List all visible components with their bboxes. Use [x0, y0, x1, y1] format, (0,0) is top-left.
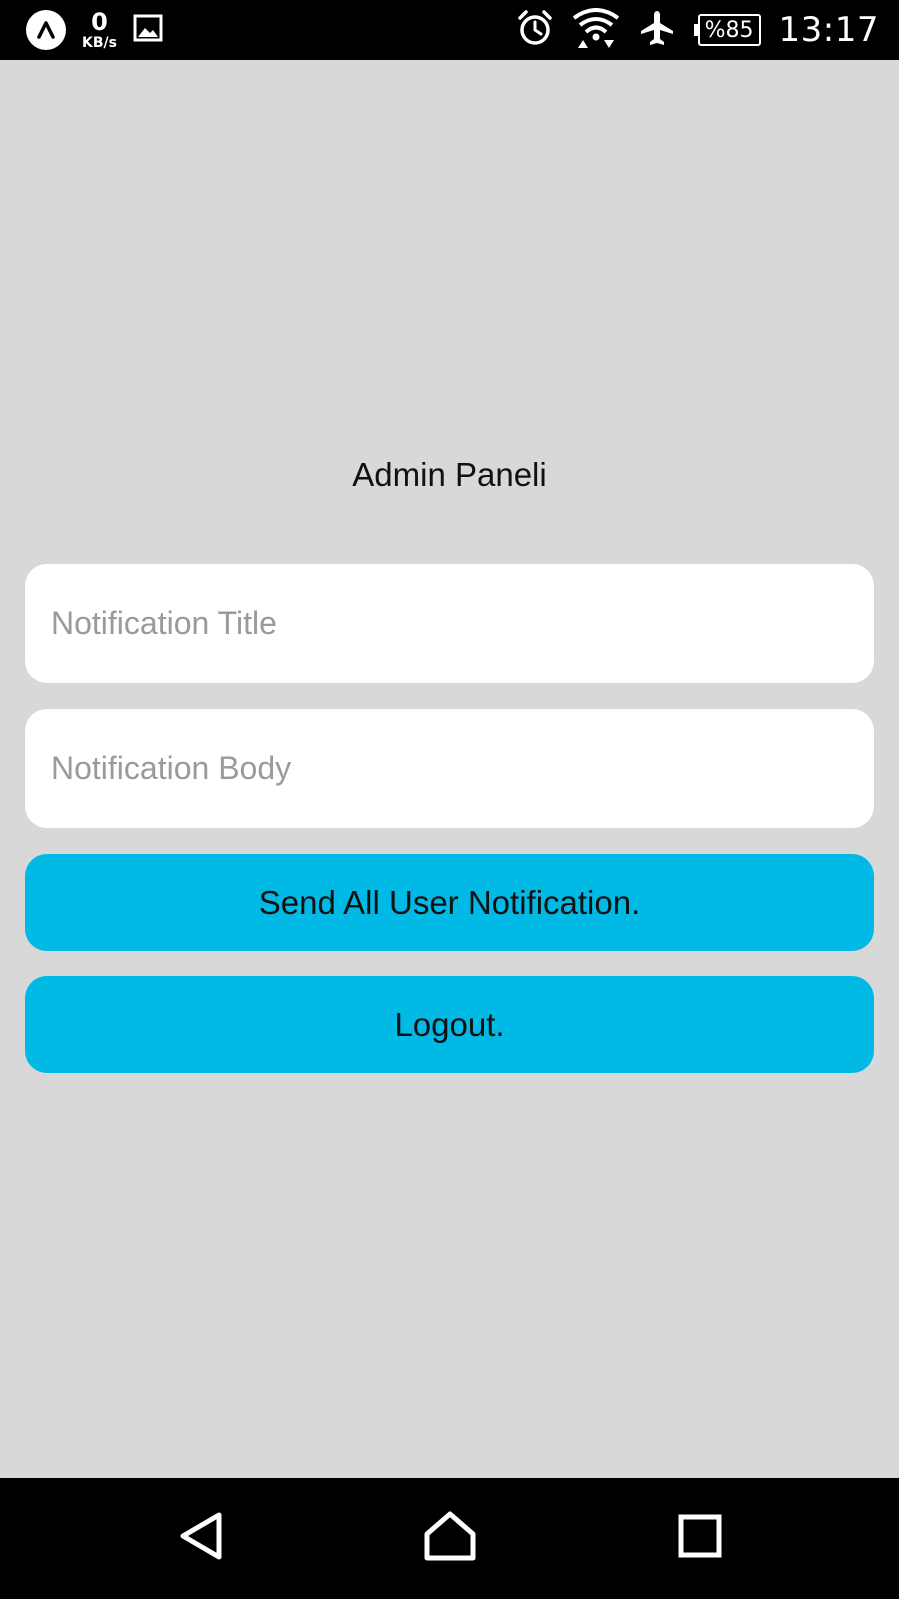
- image-notification-icon: [133, 14, 163, 47]
- network-speed: 0 KB/s: [82, 10, 117, 50]
- notification-title-input[interactable]: Notification Title: [25, 564, 874, 683]
- notification-body-input[interactable]: Notification Body: [25, 709, 874, 828]
- app-logo-icon: [26, 10, 66, 50]
- status-bar: 0 KB/s %85 13:17: [0, 0, 899, 60]
- battery-level: %85: [697, 14, 761, 46]
- recents-icon: [678, 1514, 722, 1563]
- wifi-icon: [572, 7, 620, 53]
- status-bar-left: 0 KB/s: [26, 10, 163, 50]
- network-speed-unit: KB/s: [82, 35, 117, 51]
- clock: 13:17: [778, 10, 879, 50]
- logout-button[interactable]: Logout.: [25, 976, 874, 1073]
- alarm-icon: [516, 9, 554, 52]
- battery-icon: %85: [693, 14, 761, 46]
- recents-button[interactable]: [640, 1478, 760, 1599]
- status-bar-right: %85 13:17: [516, 0, 879, 60]
- back-icon: [177, 1511, 225, 1566]
- home-icon: [423, 1510, 477, 1567]
- network-speed-value: 0: [91, 8, 108, 36]
- page-title: Admin Paneli: [352, 456, 547, 493]
- back-button[interactable]: [141, 1478, 261, 1599]
- navigation-bar: [0, 1478, 899, 1599]
- send-all-user-notification-button[interactable]: Send All User Notification.: [25, 854, 874, 951]
- airplane-icon: [638, 9, 676, 52]
- home-button[interactable]: [390, 1478, 510, 1599]
